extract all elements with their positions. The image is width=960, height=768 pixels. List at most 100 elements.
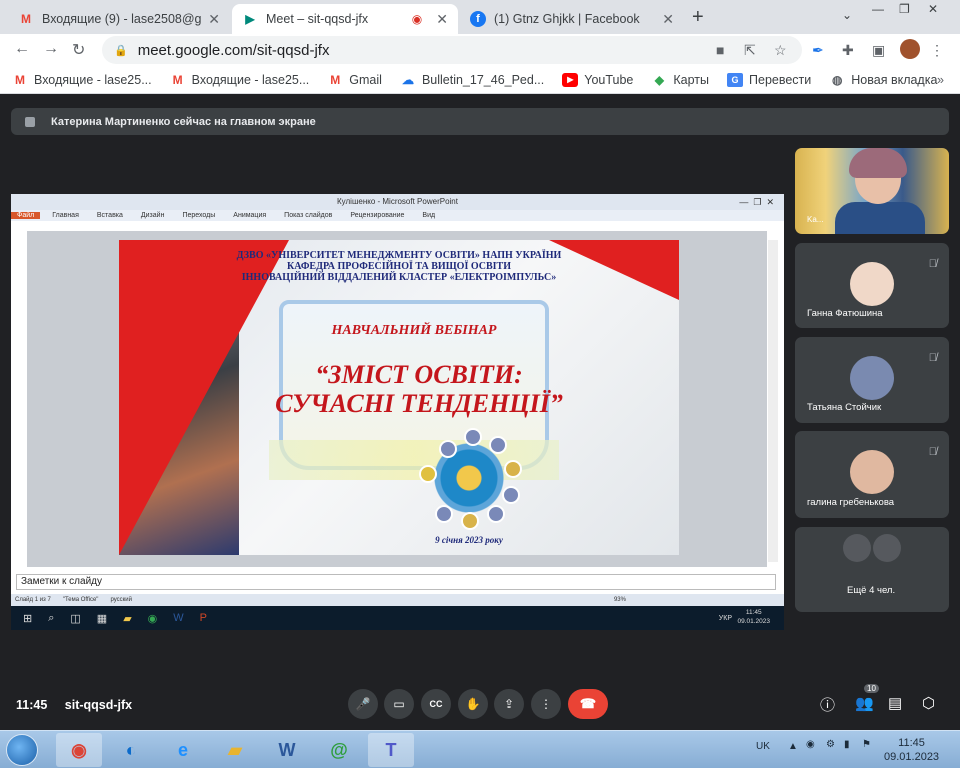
camera-icon[interactable]: ■ [716, 42, 724, 58]
window-close-button[interactable]: ✕ [928, 2, 938, 16]
tab-search-icon[interactable]: ⌄ [842, 8, 852, 22]
participant-name: галина гребенькова [807, 497, 895, 508]
bookmark-item[interactable]: ▶ YouTube [562, 72, 634, 87]
bookmark-item[interactable]: ☁ Bulletin_17_46_Ped... [400, 73, 544, 87]
star-icon[interactable]: ☆ [774, 42, 787, 59]
camera-button[interactable]: ▭ [384, 689, 414, 719]
network-icon[interactable]: ▮ [844, 739, 850, 750]
microphone-icon: 🎤 [355, 697, 371, 711]
input-language[interactable]: UK [756, 741, 770, 752]
slide-date: 9 січня 2023 року [435, 535, 503, 545]
close-icon[interactable]: ✕ [208, 11, 220, 28]
ppt-tab-file[interactable]: Файл [11, 212, 41, 219]
start-button[interactable] [6, 734, 38, 766]
clock-date: 09.01.2023 [737, 618, 770, 625]
explorer-taskbar-button[interactable]: ▰ [212, 733, 258, 767]
bookmark-label: Перевести [749, 72, 812, 87]
close-icon[interactable]: ✕ [662, 11, 674, 28]
restore-button[interactable]: ❐ [899, 2, 910, 16]
chat-icon[interactable]: ▤ [888, 694, 902, 712]
participant-tile-camera[interactable]: Ka... [795, 148, 949, 234]
more-icon: ⋮ [540, 697, 552, 711]
participant-tile[interactable]: 🎙̸ Ганна Фатюшина [795, 243, 949, 328]
mail-taskbar-button[interactable]: @ [316, 733, 362, 767]
ie-taskbar-button[interactable]: e [160, 733, 206, 767]
bookmark-item[interactable]: M Входящие - lase25... [170, 73, 310, 87]
emblem-icon [487, 505, 505, 523]
avatar[interactable] [900, 39, 920, 59]
bookmark-item[interactable]: M Gmail [327, 73, 382, 87]
flag-icon[interactable]: ⚑ [862, 739, 871, 750]
banner-text: Катерина Мартиненко сейчас на главном эк… [51, 115, 316, 128]
tray-app-icon[interactable]: ◉ [806, 739, 815, 750]
tab-title: Meet – sit-qqsd-jfx [266, 12, 369, 26]
edge-taskbar-button[interactable]: ◐ [108, 733, 154, 767]
clock-time: 11:45 [745, 609, 762, 616]
extension-feather-icon[interactable]: ✒ [812, 42, 824, 59]
participant-name: Ka... [807, 215, 824, 224]
forward-icon[interactable]: → [43, 40, 59, 58]
ppt-tab-review[interactable]: Рецензирование [350, 212, 404, 219]
info-icon[interactable]: ⓘ [820, 694, 835, 715]
bookmark-label: YouTube [584, 72, 634, 87]
more-options-button[interactable]: ⋮ [531, 689, 561, 719]
microphone-button[interactable]: 🎤 [348, 689, 378, 719]
menu-icon[interactable]: ⋮ [930, 42, 944, 59]
more-bookmarks-icon[interactable]: » [937, 73, 944, 87]
ppt-tab-transitions[interactable]: Переходы [182, 212, 215, 219]
back-icon[interactable]: ← [14, 40, 30, 58]
avatar [850, 356, 894, 400]
tab-meet[interactable]: ▶ Meet – sit-qqsd-jfx ◉ ✕ [232, 4, 458, 34]
people-icon[interactable]: 👥 [855, 694, 874, 712]
more-participants-tile[interactable]: Ещё 4 чел. [795, 527, 949, 612]
word-taskbar-button[interactable]: W [264, 733, 310, 767]
ppt-notes[interactable]: Заметки к слайду [16, 574, 776, 590]
new-tab-button[interactable]: + [692, 6, 704, 29]
ppt-tab-design[interactable]: Дизайн [141, 212, 165, 219]
mic-off-icon: 🎙̸ [928, 446, 937, 458]
bookmark-item[interactable]: G Перевести [727, 72, 812, 87]
tray-arrow-icon[interactable]: ▲ [788, 741, 798, 752]
tab-gmail[interactable]: M Входящие (9) - lase2508@gmail. ✕ [8, 4, 230, 34]
participant-tile[interactable]: 🎙̸ Татьяна Стойчик [795, 337, 949, 423]
folder-icon: ▰ [123, 612, 132, 625]
avatar [843, 534, 871, 562]
camera-icon: ▭ [393, 697, 405, 711]
recording-icon: ◉ [411, 12, 423, 26]
raise-hand-button[interactable]: ✋ [458, 689, 488, 719]
activities-icon[interactable]: ⬡ [922, 694, 935, 712]
extensions-icon[interactable]: ✚ [842, 42, 854, 59]
browser-toolbar: ← → ↻ 🔒 meet.google.com/sit-qqsd-jfx ■ ⇱… [0, 34, 960, 66]
captions-button[interactable]: CC [421, 689, 451, 719]
tab-title: (1) Gtnz Ghjkk | Facebook [494, 12, 640, 26]
ppt-title: Кулішенко - Microsoft PowerPoint [337, 197, 458, 206]
bookmark-item[interactable]: M Входящие - lase25... [12, 73, 152, 87]
close-icon[interactable]: ✕ [436, 11, 448, 28]
ppt-scrollbar[interactable] [768, 240, 778, 562]
teams-taskbar-button[interactable]: T [368, 733, 414, 767]
slide-header: ДЗВО «УНІВЕРСИТЕТ МЕНЕДЖМЕНТУ ОСВІТИ» НА… [179, 250, 619, 283]
ppt-tab-insert[interactable]: Вставка [97, 212, 123, 219]
ppt-tab-slideshow[interactable]: Показ слайдов [284, 212, 332, 219]
reload-icon[interactable]: ↻ [72, 40, 85, 60]
address-bar[interactable]: 🔒 meet.google.com/sit-qqsd-jfx [102, 36, 802, 64]
bookmark-item[interactable]: ◍ Новая вкладка [829, 73, 937, 87]
end-call-button[interactable]: ☎ [568, 689, 608, 719]
emblem-icon [504, 460, 522, 478]
tab-facebook[interactable]: f (1) Gtnz Ghjkk | Facebook ✕ [460, 4, 684, 34]
facebook-icon: f [470, 11, 486, 27]
ppt-tab-home[interactable]: Главная [52, 212, 79, 219]
tray-settings-icon[interactable]: ⚙ [826, 739, 835, 750]
chrome-taskbar-button[interactable]: ◉ [56, 733, 102, 767]
share-icon[interactable]: ⇱ [744, 42, 756, 59]
word-icon: W [278, 739, 296, 760]
minimize-button[interactable]: — [872, 2, 884, 16]
search-icon: ⌕ [48, 611, 55, 624]
ppt-tab-view[interactable]: Вид [422, 212, 435, 219]
ppt-tab-animation[interactable]: Анимация [233, 212, 266, 219]
participant-tile[interactable]: 🎙̸ галина гребенькова [795, 431, 949, 518]
side-panel-icon[interactable]: ▣ [872, 42, 885, 59]
bookmark-item[interactable]: ◆ Карты [651, 73, 709, 87]
taskbar-clock[interactable]: 11:45 09.01.2023 [884, 736, 939, 764]
present-button[interactable]: ⇪ [494, 689, 524, 719]
